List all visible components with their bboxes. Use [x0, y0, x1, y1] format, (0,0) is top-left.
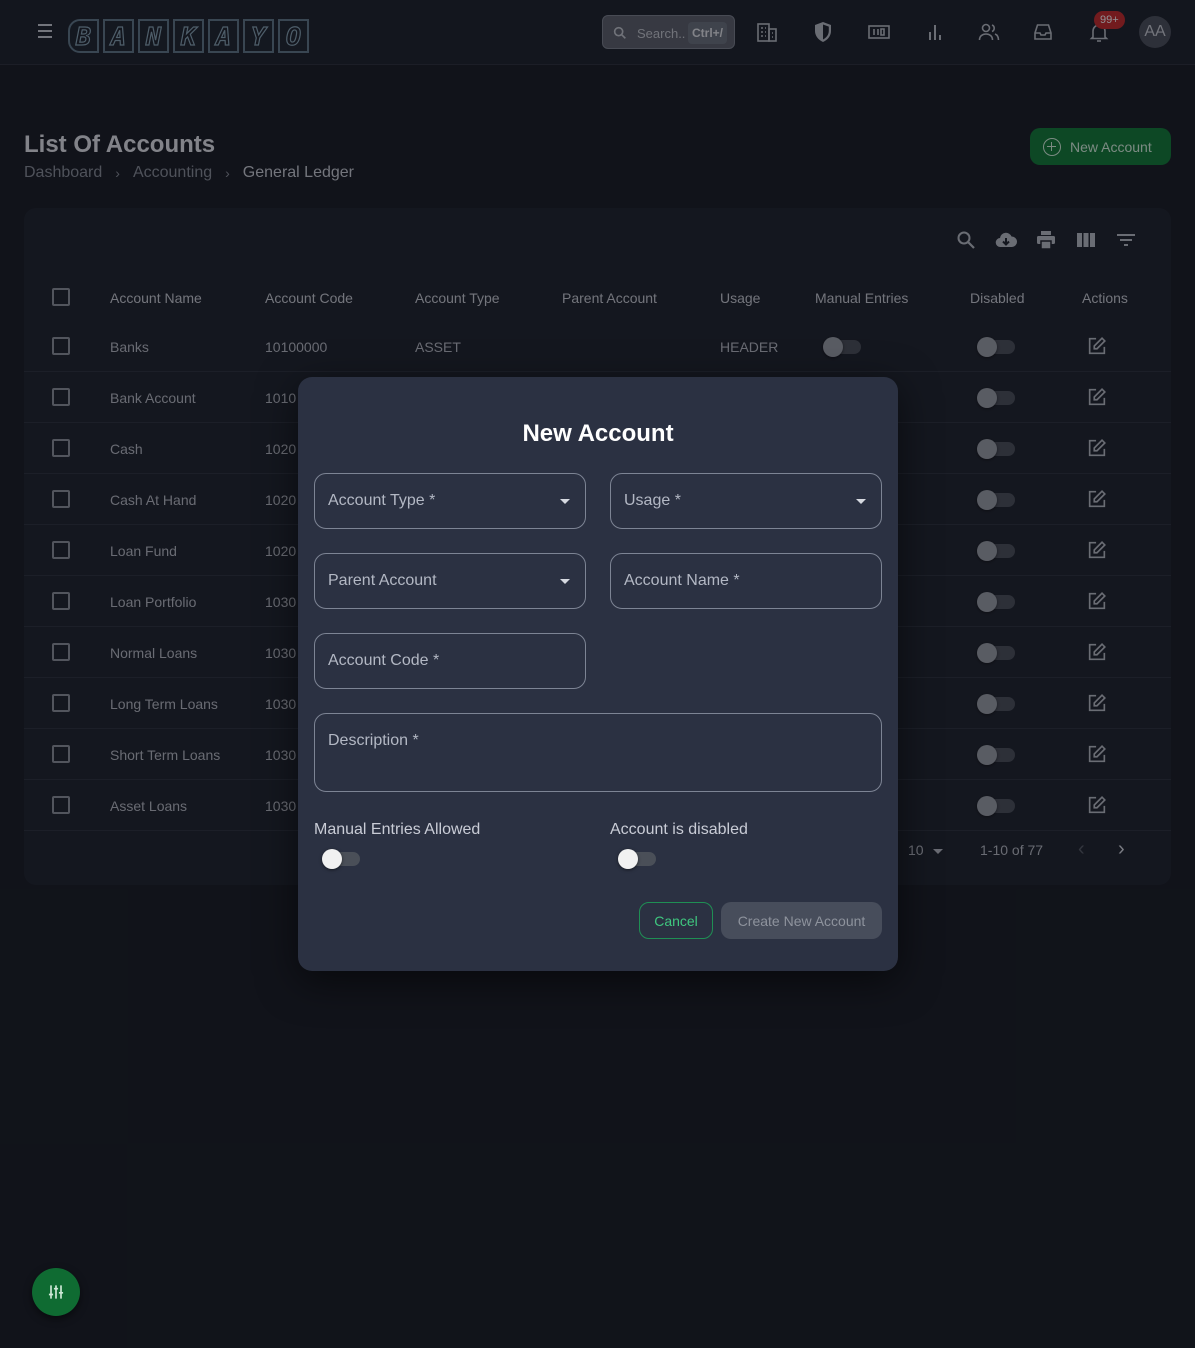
account-name-field[interactable]: Account Name * — [610, 553, 882, 609]
dialog-title: New Account — [522, 420, 674, 447]
account-code-label: Account Code * — [328, 652, 440, 669]
account-code-field[interactable]: Account Code * — [314, 633, 586, 689]
parent-account-label: Parent Account — [328, 572, 437, 589]
account-type-select[interactable]: Account Type * — [314, 473, 586, 529]
manual-entries-label: Manual Entries Allowed — [314, 821, 481, 838]
toggle-knob — [322, 849, 342, 869]
account-disabled-toggle[interactable] — [618, 849, 656, 869]
account-type-label: Account Type * — [328, 492, 436, 509]
caret-down-icon — [856, 499, 866, 504]
create-account-button[interactable]: Create New Account — [721, 902, 882, 939]
settings-fab[interactable] — [32, 1268, 80, 1316]
manual-entries-toggle[interactable] — [322, 849, 360, 869]
description-field[interactable]: Description * — [314, 713, 882, 792]
cancel-button[interactable]: Cancel — [639, 902, 713, 939]
usage-select[interactable]: Usage * — [610, 473, 882, 529]
caret-down-icon — [560, 579, 570, 584]
parent-account-select[interactable]: Parent Account — [314, 553, 586, 609]
tune-icon — [48, 1285, 64, 1299]
usage-label: Usage * — [624, 492, 681, 509]
account-name-label: Account Name * — [624, 572, 740, 589]
description-label: Description * — [328, 732, 419, 749]
new-account-dialog: New Account Account Type * Usage * Paren… — [298, 377, 898, 971]
account-disabled-label: Account is disabled — [610, 821, 748, 838]
toggle-knob — [618, 849, 638, 869]
caret-down-icon — [560, 499, 570, 504]
